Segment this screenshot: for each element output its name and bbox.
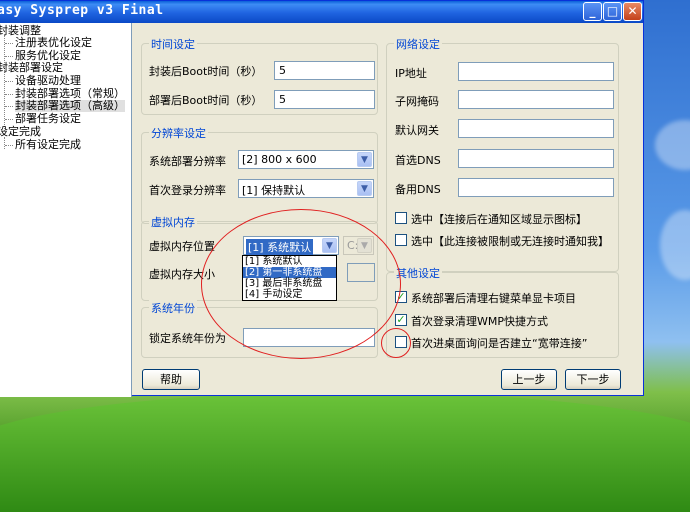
show-icon-label: 选中【连接后在通知区域显示图标】 [411,213,587,226]
group-title: 系统年份 [149,300,197,316]
tree-item-tasks[interactable]: 部署任务设定 [15,113,81,125]
primary-dns-field[interactable] [458,149,614,168]
notify-checkbox[interactable] [395,234,407,246]
time-settings-group: 时间设定 封装后Boot时间（秒） 5 部署后Boot时间（秒） 5 [141,36,378,115]
gateway-field[interactable] [458,119,614,138]
group-title: 时间设定 [149,36,197,52]
chevron-down-icon[interactable]: ▼ [357,181,372,196]
clean-wmp-label: 首次登录清理WMP快捷方式 [411,315,548,328]
tree-item-deploy-settings[interactable]: 封装部署设定 [0,62,63,74]
subnet-mask-field[interactable] [458,90,614,109]
ip-field[interactable] [458,62,614,81]
secondary-dns-label: 备用DNS [395,183,441,196]
annotation-ellipse-small [381,328,411,358]
tree-item-registry[interactable]: 注册表优化设定 [15,37,92,49]
subnet-mask-label: 子网掩码 [395,95,439,108]
select-value: [1] 保持默认 [242,184,306,197]
close-button[interactable]: ✕ [623,2,642,21]
notify-label: 选中【此连接被限制或无连接时通知我】 [411,235,609,248]
check-icon: ✓ [396,313,406,326]
select-value: [2] 800 x 600 [242,153,317,166]
deploy-resolution-label: 系统部署分辨率 [149,155,226,168]
primary-dns-label: 首选DNS [395,154,441,167]
group-title: 其他设定 [394,265,442,281]
secondary-dns-field[interactable] [458,178,614,197]
title-bar[interactable]: asy Sysprep v3 Final _ □ ✕ [0,1,643,23]
ip-label: IP地址 [395,67,427,80]
vm-location-label: 虚拟内存位置 [149,240,215,253]
group-title: 分辨率设定 [149,125,208,141]
maximize-button[interactable]: □ [603,2,622,21]
help-button[interactable]: 帮助 [142,369,200,390]
first-login-resolution-select[interactable]: [1] 保持默认 ▼ [238,179,374,198]
network-group: 网络设定 IP地址 子网掩码 默认网关 首选DNS 备用DNS 选中【连接后在通… [386,36,619,272]
gateway-label: 默认网关 [395,124,439,137]
group-title: 网络设定 [394,36,442,52]
clean-wmp-checkbox[interactable]: ✓ [395,314,407,326]
tree-item-drivers[interactable]: 设备驱动处理 [15,75,81,87]
next-button[interactable]: 下一步 [565,369,621,390]
minimize-button[interactable]: _ [583,2,602,21]
chevron-down-icon[interactable]: ▼ [357,152,372,167]
settings-panel: 时间设定 封装后Boot时间（秒） 5 部署后Boot时间（秒） 5 分辨率设定… [133,23,641,395]
annotation-ellipse-large [201,209,401,359]
lock-year-label: 锁定系统年份为 [149,332,226,345]
after-pack-boot-field[interactable]: 5 [274,61,375,80]
close-icon: ✕ [627,4,638,18]
nav-tree[interactable]: 封装调整 注册表优化设定 服务优化设定 封装部署设定 设备驱动处理 封装部署选项… [0,23,132,397]
prev-button[interactable]: 上一步 [501,369,557,390]
maximize-icon: □ [606,4,619,18]
show-icon-checkbox[interactable] [395,212,407,224]
deploy-resolution-select[interactable]: [2] 800 x 600 ▼ [238,150,374,169]
sysprep-window: asy Sysprep v3 Final _ □ ✕ 封装调整 注册表优化设定 … [0,0,644,397]
minimize-icon: _ [589,4,596,18]
other-settings-group: 其他设定 ✓ 系统部署后清理右键菜单显卡项目 ✓ 首次登录清理WMP快捷方式 首… [386,265,619,358]
broadband-prompt-label: 首次进桌面询问是否建立“宽带连接” [411,337,588,350]
group-title: 虚拟内存 [149,214,197,230]
after-deploy-boot-field[interactable]: 5 [274,90,375,109]
tree-item-all-complete[interactable]: 所有设定完成 [15,139,81,151]
tree-item-complete[interactable]: 设定完成 [0,126,41,138]
resolution-group: 分辨率设定 系统部署分辨率 [2] 800 x 600 ▼ 首次登录分辨率 [1… [141,125,378,224]
after-deploy-boot-label: 部署后Boot时间（秒） [149,94,263,107]
tree-item-options-advanced[interactable]: 封装部署选项（高级） [15,100,125,112]
first-login-resolution-label: 首次登录分辨率 [149,184,226,197]
clean-display-menu-label: 系统部署后清理右键菜单显卡项目 [411,292,576,305]
window-title: asy Sysprep v3 Final [0,3,164,18]
after-pack-boot-label: 封装后Boot时间（秒） [149,65,263,78]
